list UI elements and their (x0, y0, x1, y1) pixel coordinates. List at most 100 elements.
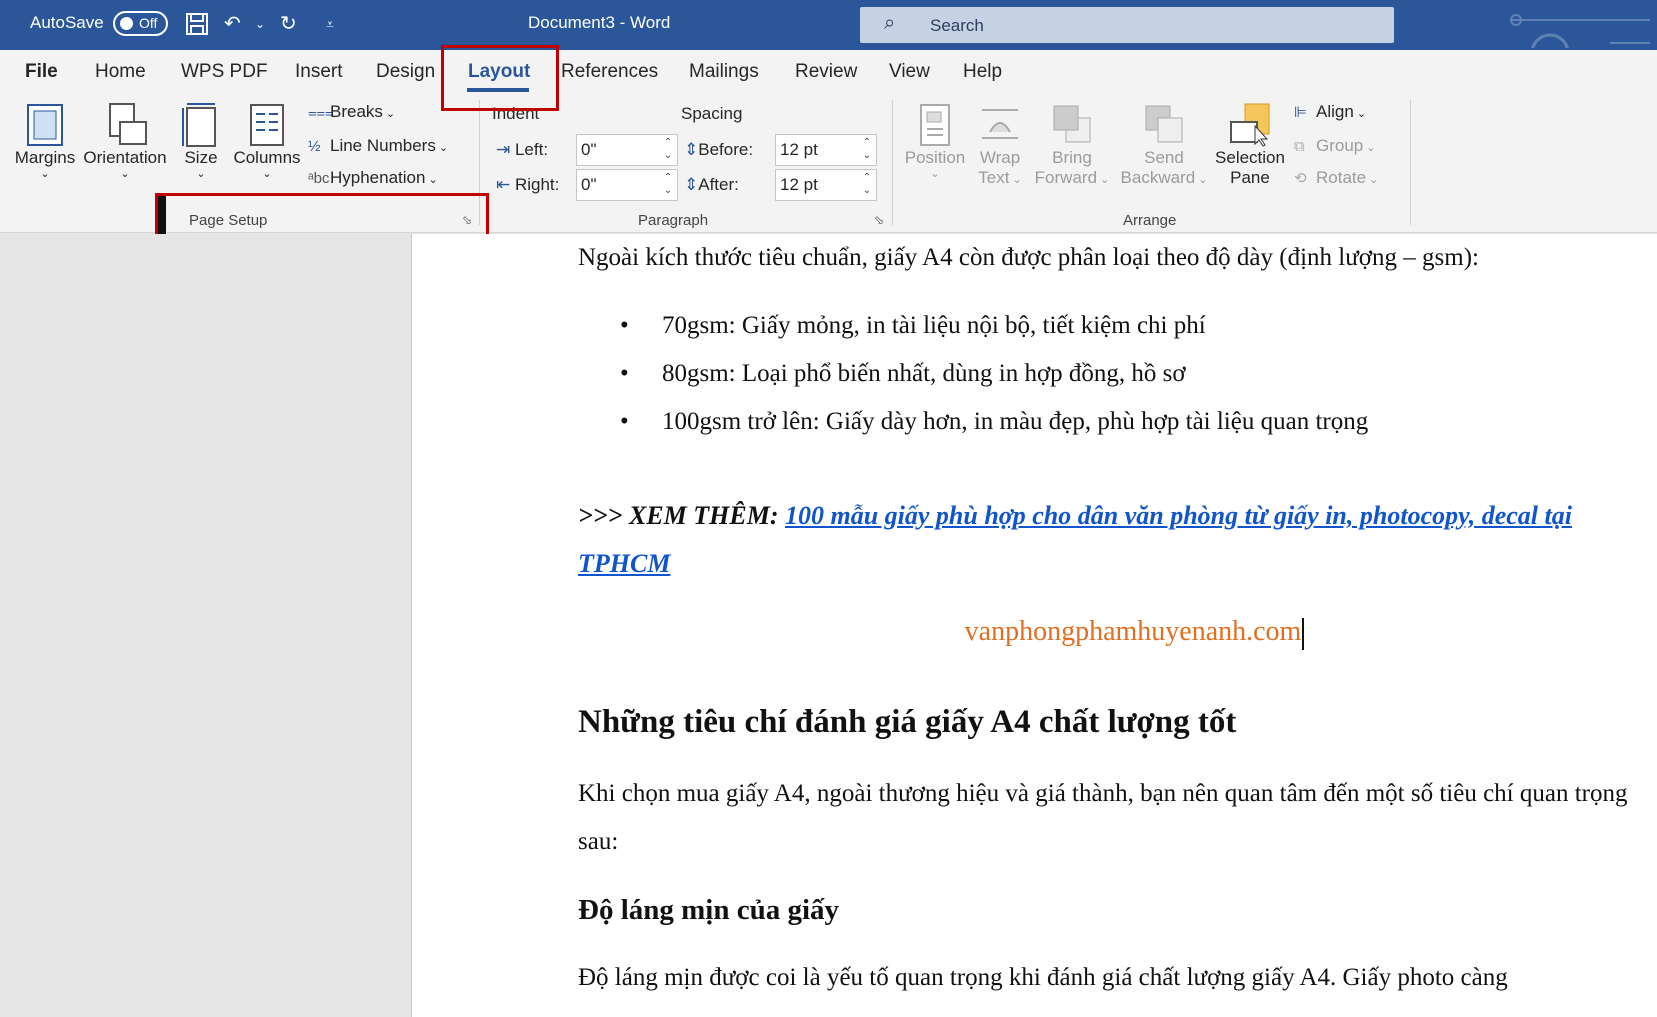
columns-label: Columns (233, 148, 301, 167)
spacing-after-spinner-icon[interactable]: ⌃ ⌄ (860, 171, 874, 197)
tab-insert[interactable]: Insert (295, 61, 343, 83)
chevron-down-icon: ⌄ (930, 168, 940, 180)
text-cursor (1302, 617, 1305, 650)
search-icon: ⌕ (884, 12, 896, 34)
left-pane (0, 234, 412, 1017)
indent-right-spinner-icon[interactable]: ⌃ ⌄ (661, 171, 675, 197)
align-icon: ⊫ (1294, 104, 1308, 121)
hyphenation-label: Hyphenation (330, 168, 426, 187)
indent-left-label: ⇥ Left: (496, 140, 548, 160)
indent-label: Indent (492, 104, 540, 123)
undo-icon[interactable]: ↶ (224, 12, 241, 36)
indent-right-label: ⇤ Right: (496, 175, 559, 195)
chevron-down-icon: ⌄ (428, 174, 438, 186)
ribbon: Margins ⌄ Orientation ⌄ Size ⌄ Columns ⌄… (0, 96, 1657, 234)
bring-forward-label-1: Bring (1052, 148, 1092, 167)
group-separator (479, 100, 480, 225)
paragraph-launcher-icon[interactable]: ⬂ (874, 213, 884, 227)
title-bar-decoration-icon (1510, 14, 1650, 48)
redo-icon[interactable]: ↻ (280, 12, 297, 36)
bullet-item: 100gsm trở lên: Giấy dày hơn, in màu đẹp… (662, 408, 1369, 435)
size-icon (182, 103, 216, 147)
spacing-before-text: Before: (698, 140, 754, 159)
toggle-knob (120, 17, 133, 30)
bullet-icon: • (620, 312, 629, 339)
group-separator (1410, 100, 1411, 225)
rotate-button[interactable]: ⟲ Rotate ⌄ (1294, 168, 1378, 188)
chevron-down-icon: ⌄ (262, 168, 272, 180)
indent-right-text: Right: (514, 175, 560, 194)
search-placeholder: Search (930, 16, 984, 35)
tab-mailings[interactable]: Mailings (689, 61, 759, 83)
indent-left-spinner-icon[interactable]: ⌃ ⌄ (661, 136, 675, 162)
bullet-icon: • (620, 360, 629, 387)
wrap-text-icon (982, 109, 1018, 139)
position-label: Position (904, 148, 966, 167)
page-setup-group-label: Page Setup (189, 212, 268, 229)
breaks-button[interactable]: ⩶Breaks ⌄ (308, 102, 395, 122)
spacing-after-icon: ⇕ (684, 175, 699, 194)
tab-home[interactable]: Home (95, 61, 146, 83)
customize-qat-icon[interactable]: ⩡ (326, 12, 334, 36)
criteria-paragraph: Khi chọn mua giấy A4, ngoài thương hiệu … (578, 780, 1628, 855)
page-setup-launcher-icon[interactable]: ⬂ (462, 213, 472, 227)
search-box[interactable]: ⌕ Search (860, 7, 1394, 43)
size-button[interactable]: Size ⌄ (176, 102, 226, 180)
group-separator (892, 100, 893, 225)
bring-forward-icon (1053, 105, 1091, 143)
margins-label: Margins (14, 148, 76, 167)
tab-file[interactable]: File (25, 61, 58, 83)
align-label: Align (1316, 102, 1354, 121)
align-button[interactable]: ⊫ Align ⌄ (1294, 102, 1366, 122)
group-button[interactable]: ⧉ Group ⌄ (1294, 136, 1375, 156)
breaks-label: Breaks (330, 102, 383, 121)
margins-button[interactable]: Margins ⌄ (12, 102, 78, 180)
chevron-down-icon: ⌄ (385, 108, 396, 120)
autosave-state: Off (139, 15, 158, 31)
chevron-down-icon: ⌄ (1366, 142, 1376, 154)
chevron-down-icon: ⌄ (120, 168, 130, 180)
tab-view[interactable]: View (889, 61, 930, 83)
tab-design[interactable]: Design (376, 61, 435, 83)
chevron-down-icon: ⌄ (196, 168, 206, 180)
chevron-down-icon: ⌄ (1356, 108, 1367, 120)
site-text: vanphongphamhuyenanh.com (964, 616, 1302, 647)
rotate-icon: ⟲ (1294, 170, 1307, 187)
orientation-button[interactable]: Orientation ⌄ (81, 102, 169, 180)
bring-forward-label-2: Forward (1034, 168, 1098, 187)
chevron-down-icon: ⌄ (1195, 174, 1208, 186)
indent-right-icon: ⇤ (496, 175, 515, 194)
tab-references[interactable]: References (561, 61, 658, 83)
tab-help[interactable]: Help (963, 61, 1002, 83)
spacing-before-spinner-icon[interactable]: ⌃ ⌄ (860, 136, 874, 162)
tab-wps-pdf[interactable]: WPS PDF (181, 61, 268, 83)
subsection-heading: Độ láng mịn của giấy (578, 894, 840, 926)
hyphenation-button[interactable]: ᵃbcHyphenation ⌄ (308, 168, 438, 188)
smoothness-paragraph: Độ láng mịn được coi là yếu tố quan trọn… (578, 964, 1508, 991)
selection-pane-label-1: Selection (1215, 148, 1285, 167)
selection-pane-button[interactable]: Selection Pane (1212, 102, 1288, 188)
bring-forward-button[interactable]: Bring Forward ⌄ (1032, 102, 1112, 188)
group-label: Group (1316, 136, 1364, 155)
bullet-item: 70gsm: Giấy mỏng, in tài liệu nội bộ, ti… (662, 312, 1206, 339)
save-icon[interactable] (185, 12, 209, 42)
tab-review[interactable]: Review (795, 61, 857, 83)
wrap-text-button[interactable]: Wrap Text ⌄ (970, 102, 1030, 188)
columns-button[interactable]: Columns ⌄ (230, 102, 304, 180)
chevron-down-icon: ⌄ (1009, 174, 1022, 186)
bullet-item: 80gsm: Loại phổ biến nhất, dùng in hợp đ… (662, 360, 1186, 387)
autosave-toggle[interactable]: Off (113, 11, 168, 36)
undo-dropdown-icon[interactable]: ⌄ (255, 12, 265, 36)
chevron-down-icon: ⌄ (1369, 174, 1379, 186)
tab-layout[interactable]: Layout (468, 61, 530, 83)
send-backward-button[interactable]: Send Backward ⌄ (1118, 102, 1210, 188)
line-numbers-button[interactable]: ½ Line Numbers ⌄ (308, 136, 448, 156)
document-page[interactable]: Ngoài kích thước tiêu chuẩn, giấy A4 còn… (412, 234, 1657, 1017)
position-icon (920, 104, 950, 146)
spacing-before-icon: ⇕ (684, 140, 699, 159)
section-heading: Những tiêu chí đánh giá giấy A4 chất lượ… (578, 704, 1237, 740)
document-title: Document3 - Word (528, 13, 671, 32)
see-more-prefix: >>> XEM THÊM: (578, 501, 785, 530)
position-button[interactable]: Position ⌄ (902, 102, 968, 180)
bullet-icon: • (620, 408, 629, 435)
